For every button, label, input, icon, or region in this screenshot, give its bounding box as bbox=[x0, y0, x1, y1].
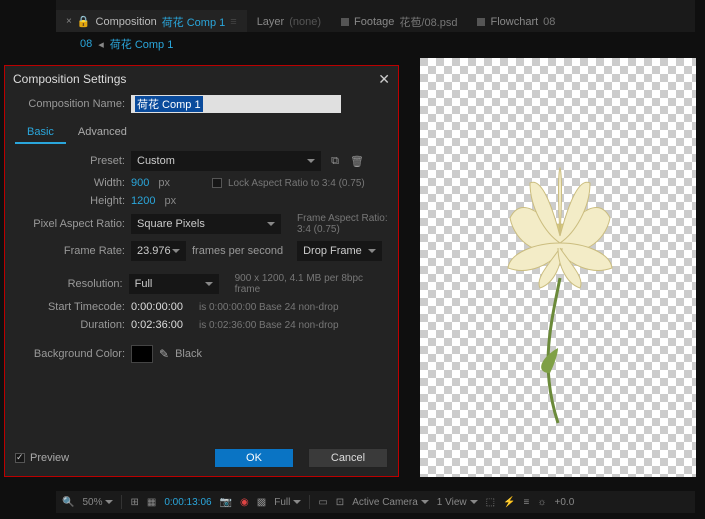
lock-aspect-label: Lock Aspect Ratio to 3:4 (0.75) bbox=[228, 178, 365, 189]
duration-label: Duration: bbox=[15, 319, 125, 331]
width-label: Width: bbox=[15, 177, 125, 189]
exposure-icon[interactable]: ☼ bbox=[537, 497, 546, 508]
current-time[interactable]: 0:00:13:06 bbox=[164, 497, 211, 508]
cancel-button[interactable]: Cancel bbox=[308, 448, 388, 468]
resolution-label: Resolution: bbox=[15, 278, 123, 290]
views-dropdown[interactable]: 1 View bbox=[437, 497, 478, 508]
framerate-dropdown[interactable]: 23.976 bbox=[131, 241, 186, 261]
tab-layer-name: (none) bbox=[289, 16, 321, 28]
flowchart-icon bbox=[477, 18, 485, 26]
tab-footage-name: 花苞/08.psd bbox=[399, 14, 457, 30]
save-preset-icon[interactable]: ⧉ bbox=[327, 153, 343, 169]
preset-label: Preset: bbox=[15, 155, 125, 167]
chevron-down-icon bbox=[172, 249, 180, 253]
tab-layer[interactable]: Layer (none) bbox=[247, 10, 331, 32]
tab-composition[interactable]: × 🔒 Composition 荷花 Comp 1 ≡ bbox=[56, 10, 247, 32]
bgcolor-label: Background Color: bbox=[15, 348, 125, 360]
workspace-tabs: × 🔒 Composition 荷花 Comp 1 ≡ Layer (none)… bbox=[56, 0, 695, 32]
tab-flowchart[interactable]: Flowchart 08 bbox=[467, 10, 565, 32]
resolution-info: 900 x 1200, 4.1 MB per 8bpc frame bbox=[235, 273, 388, 295]
lock-aspect-checkbox[interactable] bbox=[212, 178, 222, 188]
preview-content bbox=[480, 148, 640, 428]
breadcrumb: 08 ◂ 荷花 Comp 1 bbox=[80, 34, 173, 54]
par-label: Pixel Aspect Ratio: bbox=[15, 218, 125, 230]
width-value[interactable]: 900 bbox=[131, 177, 149, 189]
close-icon[interactable]: ✕ bbox=[378, 71, 390, 88]
timeline-icon[interactable]: ≡ bbox=[524, 497, 530, 508]
tab-type: Composition bbox=[96, 16, 157, 28]
viewer-toolbar: 🔍 50% ⊞ ▦ 0:00:13:06 📷 ◉ ▩ Full ▭ ⊡ Acti… bbox=[56, 491, 695, 513]
framerate-unit: frames per second bbox=[192, 245, 283, 257]
snapshot-icon[interactable]: 📷 bbox=[220, 497, 232, 508]
height-unit: px bbox=[164, 195, 176, 207]
view-icon[interactable]: ▭ bbox=[318, 497, 327, 508]
channel-icon[interactable]: ◉ bbox=[240, 497, 249, 508]
start-timecode-info: is 0:00:00:00 Base 24 non-drop bbox=[199, 302, 339, 313]
dropframe-dropdown[interactable]: Drop Frame bbox=[297, 241, 382, 261]
fast-preview-icon[interactable]: ⚡ bbox=[503, 497, 515, 508]
preview-checkbox[interactable] bbox=[15, 453, 25, 463]
chevron-down-icon bbox=[267, 222, 275, 226]
quality-dropdown[interactable]: Full bbox=[274, 497, 301, 508]
height-label: Height: bbox=[15, 195, 125, 207]
tab-advanced[interactable]: Advanced bbox=[66, 122, 139, 144]
ok-button[interactable]: OK bbox=[214, 448, 294, 468]
dialog-title: Composition Settings bbox=[13, 72, 126, 86]
chevron-left-icon: ◂ bbox=[98, 38, 104, 51]
tab-flowchart-name: 08 bbox=[543, 16, 555, 28]
composition-viewer[interactable] bbox=[420, 58, 696, 477]
comp-name-input[interactable]: 荷花 Comp 1 bbox=[131, 95, 341, 113]
chevron-down-icon bbox=[307, 159, 315, 163]
tab-comp-name: 荷花 Comp 1 bbox=[162, 14, 226, 30]
far-label: Frame Aspect Ratio: bbox=[297, 213, 388, 224]
tab-type: Flowchart bbox=[490, 16, 538, 28]
resolution-dropdown[interactable]: Full bbox=[129, 274, 219, 294]
chevron-down-icon bbox=[205, 282, 213, 286]
close-icon[interactable]: × bbox=[66, 16, 72, 27]
duration-value[interactable]: 0:02:36:00 bbox=[131, 319, 183, 331]
bgcolor-swatch[interactable] bbox=[131, 345, 153, 363]
tab-type: Footage bbox=[354, 16, 394, 28]
crumb-root[interactable]: 08 bbox=[80, 38, 92, 50]
exposure-value[interactable]: +0.0 bbox=[555, 497, 575, 508]
crumb-comp[interactable]: 荷花 Comp 1 bbox=[110, 36, 174, 52]
transparency-icon[interactable]: ▩ bbox=[257, 497, 266, 508]
width-unit: px bbox=[158, 177, 170, 189]
par-dropdown[interactable]: Square Pixels bbox=[131, 214, 281, 234]
footage-icon bbox=[341, 18, 349, 26]
chevron-down-icon bbox=[368, 249, 376, 253]
camera-dropdown[interactable]: Active Camera bbox=[352, 497, 429, 508]
bgcolor-name: Black bbox=[175, 348, 202, 360]
tab-footage[interactable]: Footage 花苞/08.psd bbox=[331, 10, 467, 32]
height-value[interactable]: 1200 bbox=[131, 195, 155, 207]
zoom-dropdown[interactable]: 50% bbox=[82, 497, 113, 508]
comp-name-label: Composition Name: bbox=[15, 98, 125, 110]
delete-preset-icon[interactable]: 🗑 bbox=[349, 153, 365, 169]
lock-icon: 🔒 bbox=[77, 15, 91, 28]
tab-basic[interactable]: Basic bbox=[15, 122, 66, 144]
mask-icon[interactable]: ▦ bbox=[147, 497, 156, 508]
preview-label: Preview bbox=[30, 452, 69, 464]
region-icon[interactable]: ⊡ bbox=[336, 497, 344, 508]
preset-dropdown[interactable]: Custom bbox=[131, 151, 321, 171]
tab-type: Layer bbox=[257, 16, 285, 28]
start-timecode-label: Start Timecode: bbox=[15, 301, 125, 313]
dialog-tabs: Basic Advanced bbox=[15, 122, 398, 144]
tab-menu-icon[interactable]: ≡ bbox=[230, 16, 236, 28]
grid-icon[interactable]: ⊞ bbox=[130, 497, 138, 508]
far-value: 3:4 (0.75) bbox=[297, 224, 388, 235]
composition-settings-dialog: Composition Settings ✕ Composition Name:… bbox=[4, 65, 399, 477]
pixel-aspect-icon[interactable]: ⬚ bbox=[486, 497, 495, 508]
duration-info: is 0:02:36:00 Base 24 non-drop bbox=[199, 320, 339, 331]
start-timecode-value[interactable]: 0:00:00:00 bbox=[131, 301, 183, 313]
eyedropper-icon[interactable]: ✎ bbox=[159, 347, 169, 361]
framerate-label: Frame Rate: bbox=[15, 245, 125, 257]
magnify-icon[interactable]: 🔍 bbox=[62, 497, 74, 508]
